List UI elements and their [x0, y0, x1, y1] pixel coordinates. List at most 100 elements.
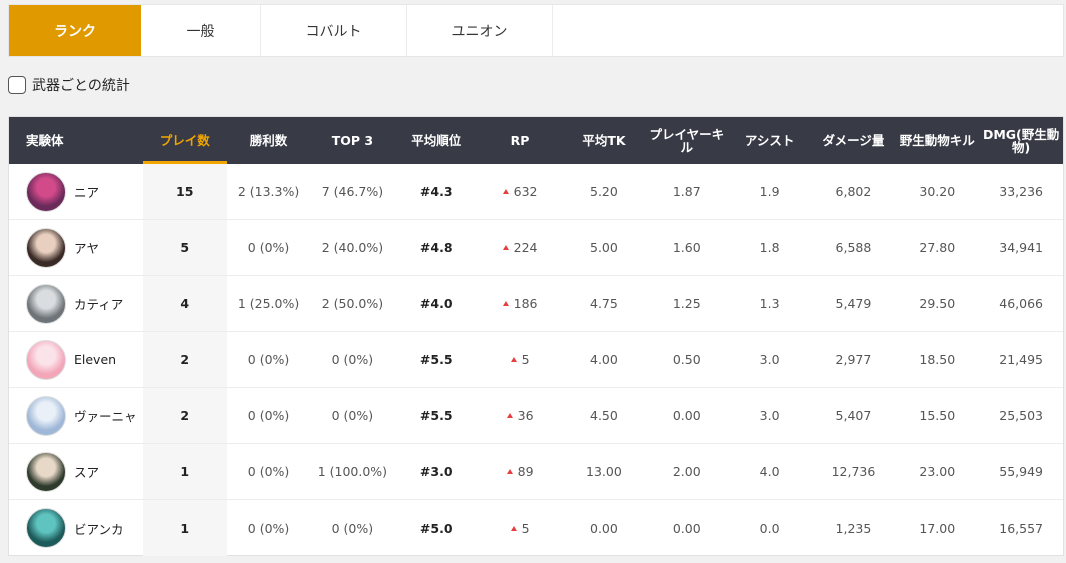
avg-rank-cell: #4.8 — [419, 240, 453, 255]
assist-cell: 3.0 — [759, 408, 780, 423]
character-name: アヤ — [74, 241, 100, 256]
table-row[interactable]: カティア 4 1 (25.0%) 2 (50.0%) #4.0 186 4.75 1.25 1.… — [9, 276, 1063, 332]
animal-kills-cell: 23.00 — [919, 464, 956, 479]
header-animal-kills[interactable]: 野生動物キル — [895, 117, 979, 164]
animal-kills-cell: 30.20 — [919, 184, 956, 199]
dmg-animal-cell: 16,557 — [999, 520, 1044, 536]
avg-tk-cell: 13.00 — [586, 464, 622, 479]
animal-kills-cell: 15.50 — [919, 408, 956, 423]
header-character[interactable]: 実験体 — [9, 117, 143, 164]
table-row[interactable]: ビアンカ 1 0 (0%) 0 (0%) #5.0 5 0.00 0.00 0.0 1,235 17… — [9, 500, 1063, 556]
dmg-animal-cell: 33,236 — [999, 184, 1044, 199]
plays-cell: 5 — [142, 220, 227, 275]
character-name: ビアンカ — [74, 521, 124, 537]
plays-cell: 1 — [142, 444, 227, 499]
animal-kills-cell: 17.00 — [919, 520, 956, 536]
avg-tk-cell: 5.00 — [590, 240, 618, 255]
top3-cell: 2 (50.0%) — [321, 296, 384, 311]
avg-tk-cell: 0.00 — [590, 520, 618, 536]
rp-value: 89 — [517, 464, 534, 479]
character-name: スア — [74, 465, 100, 480]
character-avatar — [26, 171, 66, 212]
character-cell[interactable]: ビアンカ — [9, 500, 143, 556]
assist-cell: 0.0 — [759, 520, 780, 536]
character-avatar — [26, 283, 66, 324]
rp-up-icon — [510, 357, 517, 362]
character-cell[interactable]: スア — [9, 444, 143, 499]
assist-cell: 1.8 — [759, 240, 780, 255]
plays-cell: 2 — [142, 388, 227, 443]
plays-cell: 2 — [142, 332, 227, 387]
wins-cell: 0 (0%) — [247, 520, 290, 536]
rp-value: 5 — [521, 520, 530, 536]
header-assist[interactable]: アシスト — [728, 117, 812, 164]
character-cell[interactable]: ニア — [9, 164, 143, 219]
character-cell[interactable]: アヤ — [9, 220, 143, 275]
avg-rank-cell: #5.5 — [419, 352, 453, 367]
header-player-kills[interactable]: プレイヤーキル — [646, 117, 728, 164]
damage-cell: 12,736 — [831, 464, 876, 479]
player-kills-cell: 1.60 — [672, 240, 701, 255]
assist-cell: 3.0 — [759, 352, 780, 367]
character-avatar — [26, 339, 66, 380]
character-cell[interactable]: ヴァーニャ — [9, 388, 143, 443]
wins-cell: 0 (0%) — [247, 408, 290, 423]
avg-tk-cell: 4.75 — [590, 296, 618, 311]
avg-rank-cell: #4.0 — [419, 296, 453, 311]
tab-cobalt[interactable]: コバルト — [261, 5, 407, 56]
weapon-stats-filter[interactable]: 武器ごとの統計 — [8, 74, 130, 96]
rp-cell: 89 — [478, 444, 562, 499]
avg-rank-cell: #5.0 — [419, 520, 453, 536]
character-cell[interactable]: Eleven — [9, 332, 143, 387]
header-dmg-animal[interactable]: DMG(野生動物) — [979, 117, 1063, 164]
header-damage[interactable]: ダメージ量 — [812, 117, 896, 164]
plays-cell: 4 — [142, 276, 227, 331]
table-row[interactable]: スア 1 0 (0%) 1 (100.0%) #3.0 89 13.00 2.00 4.0 12,… — [9, 444, 1063, 500]
tab-union[interactable]: ユニオン — [407, 5, 553, 56]
rp-cell: 5 — [478, 500, 562, 556]
rp-up-icon — [502, 245, 509, 250]
player-kills-cell: 0.00 — [672, 408, 701, 423]
character-avatar — [26, 451, 66, 492]
header-avg-tk[interactable]: 平均TK — [562, 117, 646, 164]
tab-normal[interactable]: 一般 — [141, 5, 261, 56]
table-row[interactable]: ヴァーニャ 2 0 (0%) 0 (0%) #5.5 36 4.50 0.00 3.0 5,407… — [9, 388, 1063, 444]
rp-up-icon — [502, 301, 509, 306]
rp-cell: 5 — [478, 332, 562, 387]
character-stats-table: 実験体 プレイ数 勝利数 TOP 3 平均順位 RP 平均TK プレイヤーキル … — [8, 116, 1064, 556]
animal-kills-cell: 27.80 — [919, 240, 956, 255]
table-row[interactable]: ニア 15 2 (13.3%) 7 (46.7%) #4.3 632 5.20 1.87 1.9… — [9, 164, 1063, 220]
assist-cell: 1.9 — [759, 184, 780, 199]
assist-cell: 4.0 — [759, 464, 780, 479]
table-row[interactable]: アヤ 5 0 (0%) 2 (40.0%) #4.8 224 5.00 1.60 1.8 6,58… — [9, 220, 1063, 276]
header-plays[interactable]: プレイ数 — [142, 117, 227, 164]
damage-cell: 6,802 — [835, 184, 872, 199]
avg-rank-cell: #5.5 — [419, 408, 453, 423]
rp-value: 36 — [517, 408, 534, 423]
header-avg-rank[interactable]: 平均順位 — [394, 117, 478, 164]
tab-rank[interactable]: ランク — [9, 5, 141, 56]
rp-value: 186 — [513, 296, 538, 311]
weapon-stats-label: 武器ごとの統計 — [32, 78, 130, 94]
header-top3[interactable]: TOP 3 — [310, 117, 394, 164]
avg-tk-cell: 4.50 — [590, 408, 618, 423]
character-name: Eleven — [74, 352, 117, 367]
avg-rank-cell: #3.0 — [419, 464, 453, 479]
table-body: ニア 15 2 (13.3%) 7 (46.7%) #4.3 632 5.20 1.87 1.9… — [9, 164, 1063, 556]
avg-tk-cell: 5.20 — [590, 184, 618, 199]
wins-cell: 1 (25.0%) — [237, 296, 300, 311]
table-row[interactable]: Eleven 2 0 (0%) 0 (0%) #5.5 5 4.00 0.50 3.0 2,977… — [9, 332, 1063, 388]
header-wins[interactable]: 勝利数 — [227, 117, 311, 164]
top3-cell: 0 (0%) — [331, 352, 374, 367]
damage-cell: 5,407 — [835, 408, 872, 423]
character-name: ニア — [74, 185, 100, 200]
avg-rank-cell: #4.3 — [419, 184, 453, 199]
weapon-stats-checkbox[interactable] — [8, 76, 26, 94]
top3-cell: 2 (40.0%) — [321, 240, 384, 255]
table-header: 実験体 プレイ数 勝利数 TOP 3 平均順位 RP 平均TK プレイヤーキル … — [9, 117, 1063, 164]
character-cell[interactable]: カティア — [9, 276, 143, 331]
rp-up-icon — [506, 413, 513, 418]
header-rp[interactable]: RP — [478, 117, 562, 164]
character-avatar — [26, 227, 66, 268]
mode-tabs: ランク 一般 コバルト ユニオン — [8, 4, 1064, 57]
